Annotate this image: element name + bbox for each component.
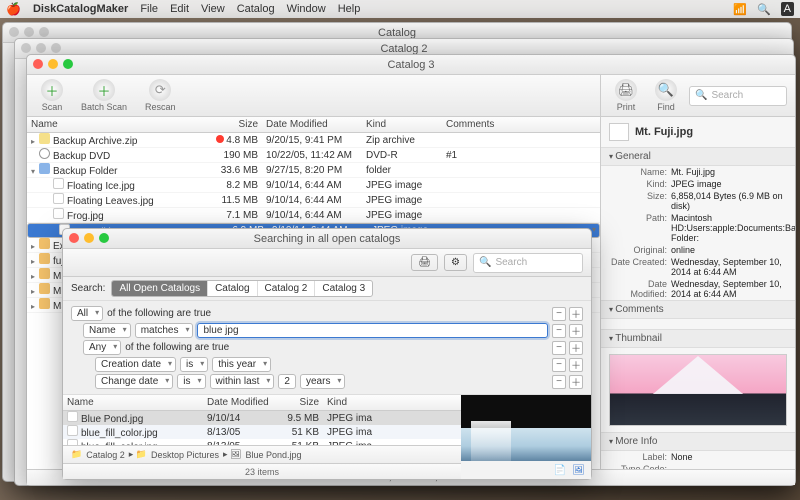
scope-segment[interactable]: All Open Catalogs Catalog Catalog 2 Cata… xyxy=(111,280,373,297)
scan-button[interactable]: ＋Scan xyxy=(35,77,69,114)
rule-all-select[interactable]: All xyxy=(71,306,103,321)
table-row[interactable]: Backup Archive.zip 4.8 MB9/20/15, 9:41 P… xyxy=(27,133,600,148)
app-name[interactable]: DiskCatalogMaker xyxy=(33,3,128,15)
batch-scan-button[interactable]: ＋Batch Scan xyxy=(75,77,133,114)
table-row[interactable]: Backup DVD190 MB10/22/05, 11:42 AMDVD-R#… xyxy=(27,148,600,163)
table-row[interactable]: Floating Ice.jpg8.2 MB9/10/14, 6:44 AMJP… xyxy=(27,178,600,193)
rule-op-select[interactable]: matches xyxy=(135,323,194,338)
list-item[interactable]: Blue Pond.jpg9/10/149.5 MBJPEG ima xyxy=(63,411,461,425)
minimize-icon[interactable] xyxy=(48,59,58,69)
menu-edit[interactable]: Edit xyxy=(170,3,189,15)
titlebar[interactable]: Catalog 3 xyxy=(27,55,795,75)
section-general[interactable]: General xyxy=(601,147,795,166)
user-badge[interactable]: A xyxy=(781,2,794,16)
remove-rule-button[interactable]: − xyxy=(552,307,566,321)
close-icon[interactable] xyxy=(33,59,43,69)
preview-image-icon[interactable]: 🖼 xyxy=(572,465,585,476)
column-headers[interactable]: Name Size Date Modified Kind Comments xyxy=(27,117,600,133)
file-icon xyxy=(609,123,629,141)
rule-field-select[interactable]: Name xyxy=(83,323,131,338)
menu-window[interactable]: Window xyxy=(287,3,326,15)
menu-help[interactable]: Help xyxy=(338,3,361,15)
menu-catalog[interactable]: Catalog xyxy=(237,3,275,15)
section-more[interactable]: More Info xyxy=(601,432,795,451)
window-title: Catalog 3 xyxy=(387,59,434,71)
list-item[interactable]: blue_fill_color.jpg8/13/0551 KBJPEG ima xyxy=(63,425,461,439)
find-button[interactable]: 🔍Find xyxy=(649,77,683,114)
window-title: Searching in all open catalogs xyxy=(254,233,401,245)
preview-doc-icon[interactable]: 📄 xyxy=(554,465,566,476)
menu-file[interactable]: File xyxy=(140,3,158,15)
search-window: Searching in all open catalogs 🖨 ⚙ 🔍 Sea… xyxy=(62,228,592,480)
thumbnail-image xyxy=(609,354,787,426)
add-rule-button[interactable]: ＋ xyxy=(569,307,583,321)
menu-view[interactable]: View xyxy=(201,3,225,15)
result-columns[interactable]: Name Date Modified Size Kind xyxy=(63,395,461,411)
search-input[interactable]: 🔍 Search xyxy=(689,86,787,106)
rescan-button[interactable]: ⟳Rescan xyxy=(139,77,182,114)
criteria: All of the following are true −＋ Name ma… xyxy=(63,301,591,395)
zoom-icon[interactable] xyxy=(99,233,109,243)
window-title: Catalog 2 xyxy=(380,43,427,55)
search-input[interactable]: 🔍 Search xyxy=(473,253,583,273)
menubar: 🍎 DiskCatalogMaker File Edit View Catalo… xyxy=(0,0,800,18)
window-title: Catalog xyxy=(378,27,416,39)
print-button[interactable]: 🖨Print xyxy=(609,77,643,114)
table-row[interactable]: Frog.jpg7.1 MB9/10/14, 6:44 AMJPEG image xyxy=(27,208,600,223)
zoom-icon[interactable] xyxy=(63,59,73,69)
apple-menu[interactable]: 🍎 xyxy=(6,2,21,16)
scope-row: Search: All Open Catalogs Catalog Catalo… xyxy=(63,277,591,301)
table-row[interactable]: Backup Folder33.6 MB9/27/15, 8:20 PMfold… xyxy=(27,163,600,178)
spotlight-icon[interactable]: 🔍 xyxy=(757,3,771,16)
path-bar[interactable]: 📁 Catalog 2 ▸ 📁 Desktop Pictures ▸ 🖼 Blu… xyxy=(63,445,461,463)
wifi-icon[interactable]: 📶 xyxy=(733,3,747,16)
toolbar: ＋Scan ＋Batch Scan ⟳Rescan xyxy=(27,75,600,117)
table-row[interactable]: Floating Leaves.jpg11.5 MB9/10/14, 6:44 … xyxy=(27,193,600,208)
inspector-panel: 🖨Print 🔍Find 🔍 Search Mt. Fuji.jpg Gener… xyxy=(600,75,795,485)
titlebar[interactable]: Searching in all open catalogs xyxy=(63,229,591,249)
minimize-icon[interactable] xyxy=(84,233,94,243)
inspector-filename: Mt. Fuji.jpg xyxy=(635,126,693,138)
close-icon[interactable] xyxy=(69,233,79,243)
status-bar: 23 items xyxy=(63,463,461,479)
print-icon[interactable]: 🖨 xyxy=(411,254,438,271)
preview-pane: 📄🖼 xyxy=(461,395,591,479)
rule-any-select[interactable]: Any xyxy=(83,340,121,355)
rule-value-input[interactable]: blue jpg xyxy=(197,323,548,338)
section-thumbnail[interactable]: Thumbnail xyxy=(601,329,795,348)
gear-icon[interactable]: ⚙ xyxy=(444,254,467,271)
section-comments[interactable]: Comments xyxy=(601,300,795,319)
results-list[interactable]: Blue Pond.jpg9/10/149.5 MBJPEG imablue_f… xyxy=(63,411,461,445)
